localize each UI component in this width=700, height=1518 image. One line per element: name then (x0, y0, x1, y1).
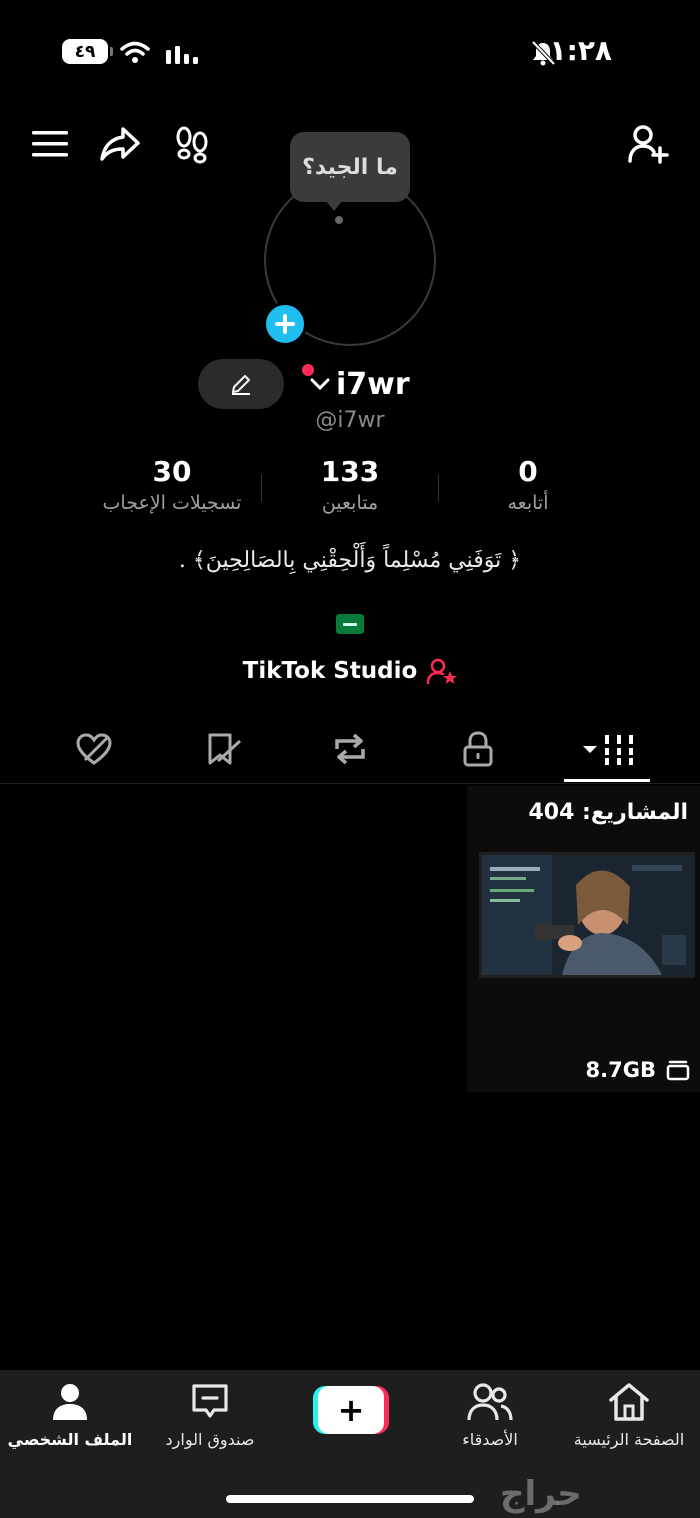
home-icon (609, 1383, 649, 1421)
videos-grid-icon (583, 735, 633, 765)
folder-icon (666, 1060, 690, 1081)
nav-home-label: الصفحة الرئيسية (573, 1430, 685, 1449)
inbox-icon (192, 1384, 228, 1418)
menu-button[interactable] (28, 122, 72, 166)
tabs-divider (0, 783, 700, 784)
repost-icon (335, 733, 365, 765)
saudi-flag-icon (336, 614, 364, 634)
creator-star-icon (427, 658, 458, 684)
create-button[interactable]: + (313, 1386, 389, 1434)
tooltip-dot (335, 216, 343, 224)
pencil-icon (232, 375, 250, 395)
handle-text: @i7wr (315, 408, 385, 433)
nav-friends[interactable]: الأصدقاء (420, 1380, 560, 1460)
draft-thumbnail (479, 852, 695, 978)
tiktok-studio-link[interactable]: TikTok Studio (0, 658, 700, 684)
wifi-icon (120, 41, 150, 63)
heart-hidden-icon (76, 733, 112, 765)
edit-profile-button[interactable] (198, 359, 284, 409)
drafts-size: 8.7GB (585, 1058, 656, 1082)
battery-indicator: ٤٩ (62, 39, 113, 64)
bio-text: ﴿ تَوَفَنِي مُسْلِماً وَأَلْحِقْنِي بِال… (178, 548, 522, 573)
followers-label: متابعين (321, 492, 379, 514)
home-indicator[interactable] (226, 1495, 474, 1503)
game-scene-image (482, 855, 692, 975)
create-plus-icon: + (318, 1386, 384, 1434)
plus-icon (275, 314, 295, 334)
nav-inbox-label: صندوق الوارد (165, 1430, 255, 1449)
tab-favorites[interactable] (193, 727, 253, 771)
likes-stat[interactable]: 30 تسجيلات الإعجاب (72, 455, 272, 514)
share-arrow-icon (100, 127, 140, 161)
active-tab-indicator (564, 779, 650, 782)
chevron-down-icon (310, 378, 330, 391)
whats-new-tooltip[interactable]: ما الجيد؟ (290, 132, 410, 202)
nav-home[interactable]: الصفحة الرئيسية (559, 1380, 699, 1460)
drafts-card[interactable]: المشاريع: 404 8.7GB (467, 786, 700, 1092)
add-friend-button[interactable] (626, 122, 670, 166)
following-label: أتابعه (507, 492, 549, 514)
hamburger-icon (32, 131, 68, 157)
status-time: ١:٢٨ (549, 34, 612, 67)
nav-friends-label: الأصدقاء (462, 1430, 518, 1449)
likes-count: 30 (152, 455, 192, 488)
nav-profile[interactable]: الملف الشخصي (0, 1380, 140, 1460)
tab-videos[interactable] (576, 727, 640, 771)
account-switcher[interactable]: i7wr (310, 364, 410, 404)
followers-stat[interactable]: 133 متابعين (250, 455, 450, 514)
haraj-watermark-logo: حراج (500, 1474, 582, 1514)
tab-private[interactable] (448, 727, 508, 771)
nav-profile-label: الملف الشخصي (7, 1430, 133, 1449)
followers-count: 133 (320, 455, 380, 488)
share-profile-button[interactable] (98, 122, 142, 166)
username: i7wr (336, 366, 410, 402)
add-avatar-button[interactable] (263, 302, 307, 346)
user-handle: @i7wr (0, 408, 700, 433)
tooltip-tail (325, 200, 343, 211)
following-count: 0 (518, 455, 538, 488)
following-stat[interactable]: 0 أتابعه (428, 455, 628, 514)
drafts-count: المشاريع: 404 (528, 800, 688, 825)
drafts-size-row: 8.7GB (586, 1058, 690, 1082)
tab-reposts[interactable] (320, 727, 380, 771)
lock-icon (463, 731, 493, 767)
studio-label: TikTok Studio (242, 658, 418, 684)
profile-icon (53, 1384, 87, 1420)
signal-icon (166, 46, 198, 64)
footprints-icon (176, 126, 208, 164)
bookmark-hidden-icon (208, 733, 242, 765)
add-user-icon (628, 125, 669, 164)
likes-label: تسجيلات الإعجاب (102, 492, 242, 514)
profile-visits-button[interactable] (170, 122, 214, 166)
friends-icon (467, 1383, 513, 1421)
nav-inbox[interactable]: صندوق الوارد (140, 1380, 280, 1460)
tab-liked[interactable] (64, 727, 124, 771)
